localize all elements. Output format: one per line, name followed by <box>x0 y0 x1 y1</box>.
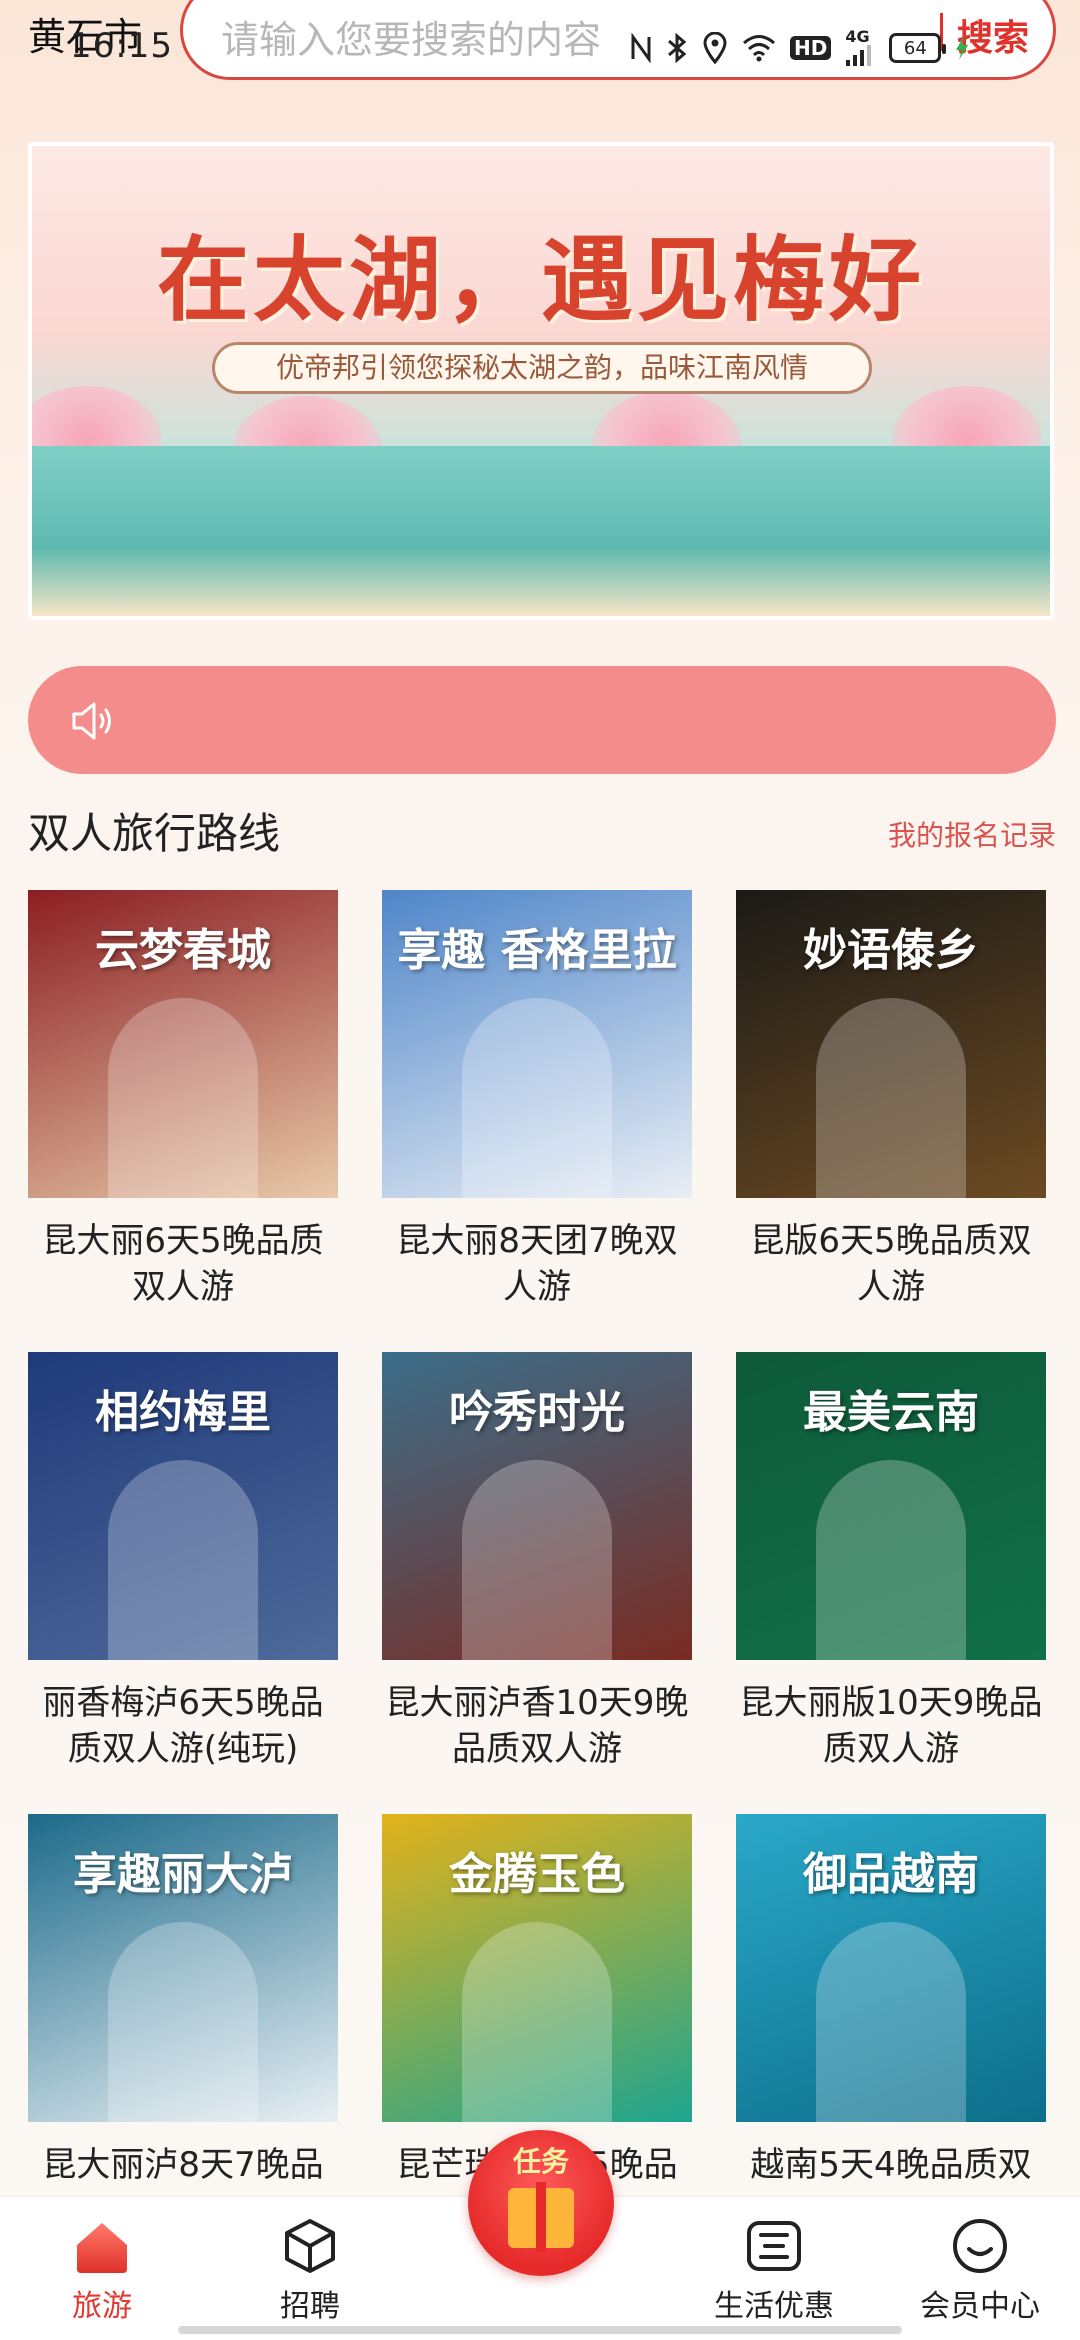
status-time: 16:15 <box>70 26 173 66</box>
route-title[interactable]: 昆大丽6天5晚品质双人游 <box>28 1218 338 1310</box>
route-card[interactable]: 云梦春城昆大丽6天5晚品质双人游 <box>28 890 338 1352</box>
nav-label-member: 会员中心 <box>920 2289 1040 2324</box>
route-poster[interactable]: 云梦春城 <box>28 890 338 1198</box>
poster-figure <box>462 1460 612 1660</box>
route-poster[interactable]: 妙语傣乡 <box>736 890 1046 1198</box>
route-grid: 云梦春城 昆大丽6天5晚品质双人游 享趣 香格里拉 昆大丽8天团7晚双人游 妙语傣乡 昆版… <box>28 890 1054 2276</box>
poster-figure <box>816 998 966 1198</box>
route-title[interactable]: 昆大丽8天团7晚双人游 <box>382 1218 692 1310</box>
cube-icon <box>285 2219 335 2273</box>
lake-illustration <box>32 446 1050 616</box>
poster-figure <box>108 1922 258 2122</box>
route-title[interactable]: 昆大丽版10天9晚品质双人游 <box>736 1680 1046 1772</box>
status-icons: HD 4G 64 <box>630 27 969 66</box>
route-card[interactable]: 吟秀时光昆大丽泸香10天9晚品质双人游 <box>382 1352 692 1814</box>
poster-figure <box>108 998 258 1198</box>
route-poster[interactable]: 御品越南 <box>736 1814 1046 2122</box>
poster-text: 享趣 香格里拉 <box>397 925 677 976</box>
route-card[interactable]: 相约梅里丽香梅泸6天5晚品质双人游(纯玩) <box>28 1352 338 1814</box>
banner-subtitle: 优帝邦引领您探秘太湖之韵，品味江南风情 <box>212 342 872 394</box>
home-icon <box>77 2223 127 2273</box>
nav-tab-jobs[interactable]: 招聘 <box>240 2215 380 2325</box>
route-card[interactable]: 最美云南昆大丽版10天9晚品质双人游 <box>736 1352 1046 1814</box>
search-input[interactable]: 请输入您要搜索的内容 <box>221 9 601 64</box>
route-poster[interactable]: 最美云南 <box>736 1352 1046 1660</box>
route-card[interactable]: 妙语傣乡昆版6天5晚品质双人游 <box>736 890 1046 1352</box>
speaker-icon <box>72 702 111 740</box>
route-title[interactable]: 丽香梅泸6天5晚品质双人游(纯玩) <box>28 1680 338 1772</box>
route-title[interactable]: 昆版6天5晚品质双人游 <box>736 1218 1046 1310</box>
poster-text: 相约梅里 <box>95 1387 271 1438</box>
poster-text: 吟秀时光 <box>449 1387 625 1438</box>
notice-bar[interactable] <box>28 666 1056 774</box>
poster-text: 金腾玉色 <box>449 1849 625 1900</box>
task-button[interactable]: 任务 <box>468 2130 614 2276</box>
task-label: 任务 <box>512 2145 569 2178</box>
my-records-link[interactable]: 我的报名记录 <box>888 814 1056 854</box>
signal-icon: 4G <box>845 27 875 66</box>
nav-tab-deals[interactable]: 生活优惠 <box>704 2215 844 2325</box>
poster-figure <box>462 1922 612 2122</box>
nav-label-jobs: 招聘 <box>280 2289 340 2324</box>
coupon-icon <box>747 2221 801 2271</box>
nfc-icon <box>630 33 652 63</box>
route-title[interactable]: 昆大丽泸8天7晚品 <box>28 2142 338 2188</box>
nav-tab-travel[interactable]: 旅游 <box>32 2215 172 2325</box>
poster-text: 云梦春城 <box>95 925 271 976</box>
route-poster[interactable]: 相约梅里 <box>28 1352 338 1660</box>
location-icon <box>702 32 728 64</box>
poster-figure <box>816 1460 966 1660</box>
route-title[interactable]: 越南5天4晚品质双 <box>736 2142 1046 2188</box>
route-poster[interactable]: 金腾玉色 <box>382 1814 692 2122</box>
bluetooth-icon <box>666 32 688 64</box>
route-poster[interactable]: 吟秀时光 <box>382 1352 692 1660</box>
poster-text: 最美云南 <box>803 1387 979 1438</box>
nav-tab-member[interactable]: 会员中心 <box>910 2215 1050 2325</box>
network-type: 4G <box>845 27 870 46</box>
route-poster[interactable]: 享趣 香格里拉 <box>382 890 692 1198</box>
route-title[interactable]: 昆大丽泸香10天9晚品质双人游 <box>382 1680 692 1772</box>
poster-text: 享趣丽大泸 <box>73 1849 293 1900</box>
poster-figure <box>462 998 612 1198</box>
route-card[interactable]: 享趣 香格里拉昆大丽8天团7晚双人游 <box>382 890 692 1352</box>
charging-icon <box>955 36 969 60</box>
poster-text: 御品越南 <box>803 1849 979 1900</box>
gift-ribbon <box>536 2182 546 2252</box>
banner-title: 在太湖，遇见梅好 <box>156 226 925 334</box>
smile-icon <box>953 2219 1007 2273</box>
battery-icon: 64 <box>889 33 947 63</box>
poster-figure <box>816 1922 966 2122</box>
poster-figure <box>108 1460 258 1660</box>
section-title: 双人旅行路线 <box>28 809 281 858</box>
promo-banner[interactable]: 在太湖，遇见梅好 优帝邦引领您探秘太湖之韵，品味江南风情 <box>28 142 1054 620</box>
nav-label-travel: 旅游 <box>72 2289 132 2324</box>
route-poster[interactable]: 享趣丽大泸 <box>28 1814 338 2122</box>
wifi-icon <box>742 34 776 62</box>
nav-label-deals: 生活优惠 <box>714 2289 834 2324</box>
hd-icon: HD <box>790 36 832 60</box>
poster-text: 妙语傣乡 <box>803 925 979 976</box>
home-indicator <box>178 2326 902 2334</box>
